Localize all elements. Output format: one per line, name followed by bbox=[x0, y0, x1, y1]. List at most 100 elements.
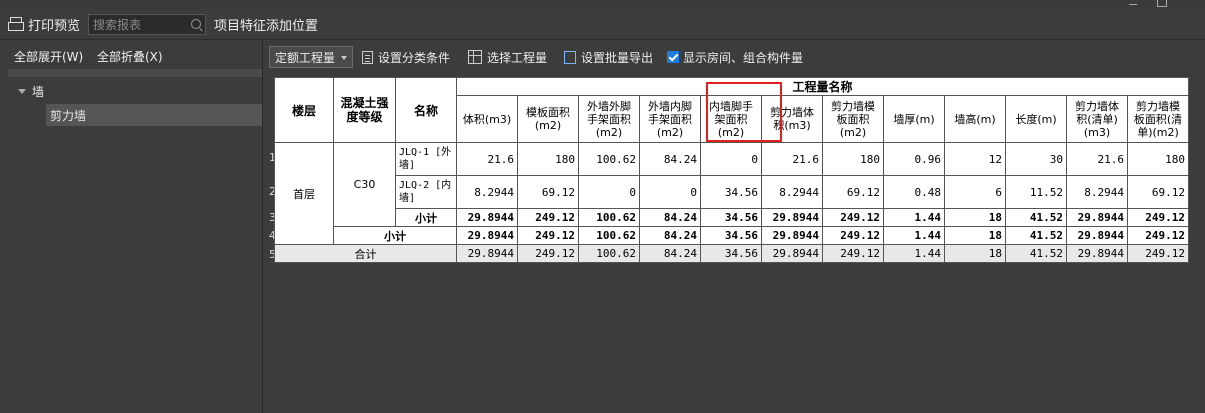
column-header: 长度(m) bbox=[1005, 95, 1067, 143]
value-cell: 41.52 bbox=[1005, 208, 1067, 227]
table-row[interactable]: 首层 C30 JLQ-1 [外墙] 21.6 180 100.62 84.24 … bbox=[274, 142, 1189, 245]
value-cell: 29.8944 bbox=[1066, 226, 1128, 245]
set-category-label: 设置分类条件 bbox=[378, 50, 451, 65]
value-cell: 69.12 bbox=[822, 175, 884, 209]
set-category-button[interactable]: 设置分类条件 bbox=[362, 46, 450, 68]
value-cell: 0 bbox=[578, 175, 640, 209]
dropdown-value: 定额工程量 bbox=[275, 50, 336, 65]
value-cell: 21.6 bbox=[761, 142, 823, 176]
divider bbox=[8, 69, 262, 77]
value-cell: 249.12 bbox=[1127, 244, 1189, 263]
collapse-all-button[interactable]: 全部折叠(X) bbox=[97, 48, 163, 65]
maximize-icon[interactable] bbox=[1146, 0, 1176, 8]
quantity-type-dropdown[interactable]: 定额工程量 bbox=[269, 46, 353, 68]
subtotal-row[interactable]: 小计 29.8944 249.12 100.62 84.24 34.56 29.… bbox=[275, 208, 1189, 227]
chevron-down-icon[interactable] bbox=[18, 88, 26, 94]
export-icon bbox=[564, 50, 576, 64]
value-cell: 29.8944 bbox=[456, 226, 518, 245]
value-cell: 8.2944 bbox=[761, 175, 823, 209]
set-batch-export-label: 设置批量导出 bbox=[581, 50, 654, 65]
column-header: 外墙内脚手架面积(m2) bbox=[639, 95, 701, 143]
value-cell: 84.24 bbox=[639, 208, 701, 227]
main-toolbar: 打印预览 项目特征添加位置 bbox=[0, 9, 1205, 40]
value-cell: 249.12 bbox=[517, 208, 579, 227]
show-rooms-checkbox[interactable] bbox=[667, 51, 679, 63]
table-row[interactable]: JLQ-2 [内墙] 8.2944 69.12 0 0 34.56 8.2944… bbox=[275, 175, 1189, 209]
value-cell: 29.8944 bbox=[1066, 208, 1128, 227]
value-cell: 0.96 bbox=[883, 142, 945, 176]
value-cell: 100.62 bbox=[578, 244, 640, 263]
left-panel: 全部展开(W) 全部折叠(X) 墙 剪力墙 bbox=[0, 40, 263, 413]
value-cell: 18 bbox=[944, 226, 1006, 245]
name-cell: JLQ-2 [内墙] bbox=[395, 175, 457, 209]
value-cell: 84.24 bbox=[639, 226, 701, 245]
select-quantity-label: 选择工程量 bbox=[487, 50, 548, 65]
value-cell: 29.8944 bbox=[761, 208, 823, 227]
value-cell: 29.8944 bbox=[456, 208, 518, 227]
column-header: 剪力墙模板面积(m2) bbox=[822, 95, 884, 143]
close-icon[interactable] bbox=[1174, 0, 1204, 8]
column-header: 模板面积(m2) bbox=[517, 95, 579, 143]
value-cell: 29.8944 bbox=[456, 244, 518, 263]
value-cell: 249.12 bbox=[822, 208, 884, 227]
document-icon bbox=[362, 50, 373, 64]
value-cell: 69.12 bbox=[1127, 175, 1189, 209]
search-input[interactable] bbox=[91, 16, 189, 33]
value-cell: 1.44 bbox=[883, 244, 945, 263]
printer-icon bbox=[8, 16, 24, 32]
feature-position-button[interactable]: 项目特征添加位置 bbox=[214, 9, 318, 39]
value-cell: 249.12 bbox=[822, 226, 884, 245]
value-cell: 30 bbox=[1005, 142, 1067, 176]
expand-all-button[interactable]: 全部展开(W) bbox=[14, 48, 83, 65]
value-cell: 41.52 bbox=[1005, 244, 1067, 263]
tree-item-label: 剪力墙 bbox=[50, 108, 87, 123]
set-batch-export-button[interactable]: 设置批量导出 bbox=[564, 46, 653, 68]
value-cell: 6 bbox=[944, 175, 1006, 209]
value-cell: 1.44 bbox=[883, 208, 945, 227]
value-cell: 1.44 bbox=[883, 226, 945, 245]
value-cell: 84.24 bbox=[639, 244, 701, 263]
column-header: 剪力墙体积(清单)(m3) bbox=[1066, 95, 1128, 143]
title-strip bbox=[0, 0, 1205, 9]
column-header: 体积(m3) bbox=[456, 95, 518, 143]
value-cell: 8.2944 bbox=[1066, 175, 1128, 209]
print-preview-button[interactable]: 打印预览 bbox=[8, 9, 80, 39]
subtotal-row[interactable]: 小计 29.8944 249.12 100.62 84.24 34.56 29.… bbox=[275, 226, 1189, 245]
header-name: 名称 bbox=[395, 77, 457, 143]
header-concrete-grade: 混凝土强度等级 bbox=[333, 77, 396, 143]
value-cell: 41.52 bbox=[1005, 226, 1067, 245]
name-cell: JLQ-1 [外墙] bbox=[395, 142, 457, 176]
value-cell: 11.52 bbox=[1005, 175, 1067, 209]
value-cell: 0 bbox=[700, 142, 762, 176]
value-cell: 69.12 bbox=[517, 175, 579, 209]
value-cell: 34.56 bbox=[700, 175, 762, 209]
value-cell: 180 bbox=[517, 142, 579, 176]
value-cell: 18 bbox=[944, 208, 1006, 227]
show-rooms-label: 显示房间、组合构件量 bbox=[683, 50, 804, 65]
total-row[interactable]: 合计 29.8944 249.12 100.62 84.24 34.56 29.… bbox=[274, 244, 1189, 263]
tree-item-shear-wall[interactable]: 剪力墙 bbox=[50, 104, 86, 126]
search-icon[interactable] bbox=[191, 19, 201, 29]
value-cell: 29.8944 bbox=[761, 226, 823, 245]
value-cell: 8.2944 bbox=[456, 175, 518, 209]
value-cell: 180 bbox=[1127, 142, 1189, 176]
select-quantity-button[interactable]: 选择工程量 bbox=[468, 46, 547, 68]
column-header: 外墙外脚手架面积(m2) bbox=[578, 95, 640, 143]
value-cell: 100.62 bbox=[578, 226, 640, 245]
value-cell: 249.12 bbox=[517, 244, 579, 263]
header-quantity-group: 工程量名称 bbox=[456, 77, 1189, 96]
minimize-icon[interactable] bbox=[1118, 0, 1148, 8]
subtotal-label: 小计 bbox=[333, 226, 457, 245]
value-cell: 249.12 bbox=[822, 244, 884, 263]
grade-cell: C30 bbox=[333, 142, 396, 227]
header-floor: 楼层 bbox=[274, 77, 334, 143]
show-rooms-toggle[interactable]: 显示房间、组合构件量 bbox=[667, 46, 803, 68]
column-header: 剪力墙体积(m3) bbox=[761, 95, 823, 143]
value-cell: 249.12 bbox=[1127, 208, 1189, 227]
column-header: 剪力墙模板面积(清单)(m2) bbox=[1127, 95, 1189, 143]
tree-item-wall[interactable]: 墙 bbox=[8, 80, 44, 102]
value-cell: 0 bbox=[639, 175, 701, 209]
value-cell: 84.24 bbox=[639, 142, 701, 176]
chevron-down-icon bbox=[341, 56, 347, 60]
grid-icon bbox=[468, 50, 482, 64]
